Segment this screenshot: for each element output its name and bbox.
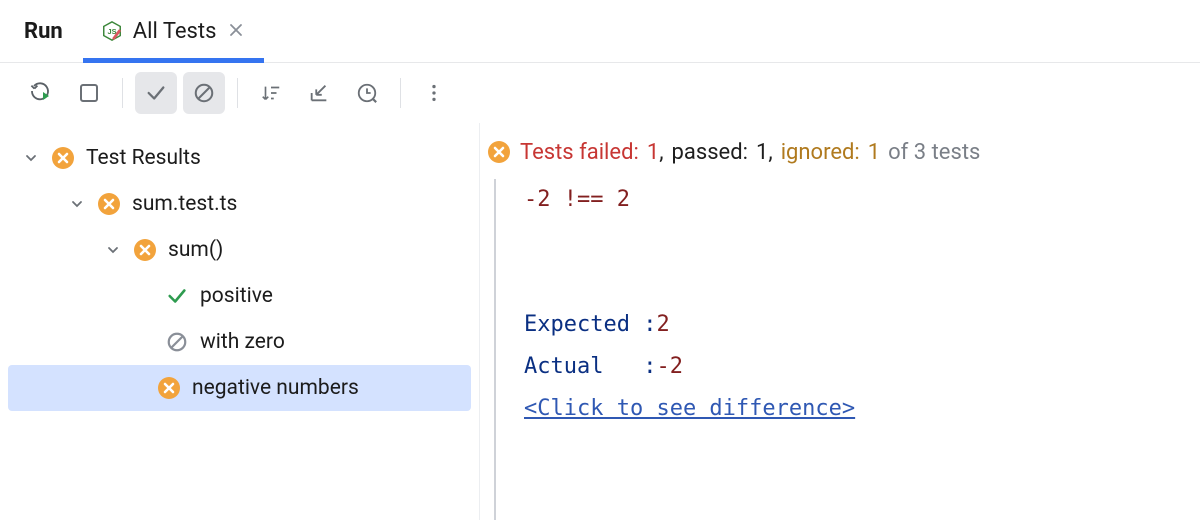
import-tests-button[interactable]	[298, 72, 340, 114]
tree-test-negative-numbers[interactable]: negative numbers	[8, 365, 471, 411]
chevron-down-icon	[22, 149, 40, 167]
tree-test-positive[interactable]: positive	[0, 273, 479, 319]
rerun-button[interactable]	[20, 72, 62, 114]
console-expected-value: 2	[656, 312, 669, 337]
summary-failed-label: Tests failed:	[520, 140, 639, 165]
more-actions-button[interactable]	[413, 72, 455, 114]
status-fail-icon	[50, 145, 76, 171]
test-history-button[interactable]	[346, 72, 388, 114]
console-actual-label: Actual :	[524, 354, 656, 379]
chevron-down-icon	[68, 195, 86, 213]
status-fail-icon	[486, 139, 512, 165]
test-toolbar	[0, 63, 1200, 123]
close-icon[interactable]	[226, 19, 246, 44]
test-tree[interactable]: Test Results sum.test.ts sum()	[0, 123, 480, 520]
summary-ignored-label: ignored:	[781, 140, 860, 165]
console-assertion: -2 !== 2	[524, 187, 630, 212]
main-split: Test Results sum.test.ts sum()	[0, 123, 1200, 520]
show-ignored-button[interactable]	[183, 72, 225, 114]
show-passed-button[interactable]	[135, 72, 177, 114]
tree-test-label: negative numbers	[192, 376, 359, 400]
test-detail-pane: Tests failed: 1, passed: 1, ignored: 1 o…	[480, 123, 1200, 520]
summary-failed-count: 1	[647, 140, 659, 165]
summary-of-label: of 3 tests	[888, 140, 980, 165]
stop-button[interactable]	[68, 72, 110, 114]
tree-root-label: Test Results	[86, 146, 201, 170]
status-fail-icon	[156, 375, 182, 401]
test-console-output[interactable]: -2 !== 2 Expected :2 Actual :-2 <Click t…	[494, 179, 1200, 520]
nodejs-icon: JS	[101, 20, 123, 42]
test-summary: Tests failed: 1, passed: 1, ignored: 1 o…	[480, 123, 1200, 179]
tree-file[interactable]: sum.test.ts	[0, 181, 479, 227]
status-ignored-icon	[164, 329, 190, 355]
tab-all-tests[interactable]: JS All Tests	[83, 0, 265, 62]
separator	[237, 78, 238, 108]
console-expected-label: Expected :	[524, 312, 656, 337]
tree-file-label: sum.test.ts	[132, 192, 237, 216]
status-fail-icon	[96, 191, 122, 217]
see-difference-link[interactable]: <Click to see difference>	[524, 396, 855, 421]
tool-window-tabbar: Run JS All Tests	[0, 0, 1200, 63]
separator	[400, 78, 401, 108]
tree-suite[interactable]: sum()	[0, 227, 479, 273]
chevron-down-icon	[104, 241, 122, 259]
tree-test-label: with zero	[200, 330, 285, 354]
status-pass-icon	[164, 283, 190, 309]
tree-root[interactable]: Test Results	[0, 135, 479, 181]
tool-window-title: Run	[20, 0, 81, 62]
console-actual-value: -2	[656, 354, 683, 379]
summary-passed-count: 1	[756, 140, 768, 165]
sort-button[interactable]	[250, 72, 292, 114]
summary-passed-label: passed:	[672, 140, 748, 165]
tree-test-label: positive	[200, 284, 273, 308]
tree-suite-label: sum()	[168, 238, 223, 262]
separator	[122, 78, 123, 108]
summary-ignored-count: 1	[868, 140, 880, 165]
status-fail-icon	[132, 237, 158, 263]
tree-test-with-zero[interactable]: with zero	[0, 319, 479, 365]
tab-label: All Tests	[133, 19, 217, 44]
